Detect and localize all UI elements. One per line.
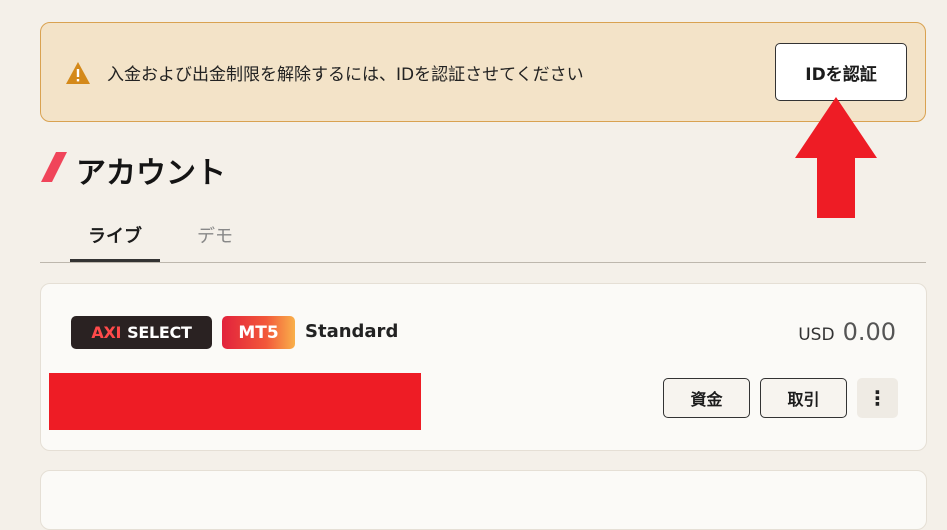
axi-select-badge: AXI SELECT	[71, 316, 212, 349]
more-options-icon[interactable]: ⋮	[857, 378, 898, 418]
red-arrow-annotation	[795, 97, 877, 218]
balance-amount: 0.00	[842, 318, 896, 346]
fund-button[interactable]: 資金	[663, 378, 750, 418]
redacted-account-number	[49, 373, 421, 430]
trade-button[interactable]: 取引	[760, 378, 847, 418]
page-title: アカウント	[76, 156, 226, 191]
section-slash-icon	[41, 152, 67, 182]
balance-currency: USD	[798, 325, 835, 345]
warning-icon	[66, 62, 90, 84]
badge-brand-suffix: SELECT	[127, 323, 192, 342]
verify-id-banner: 入金および出金制限を解除するには、IDを認証させてください IDを認証	[40, 22, 926, 122]
tab-demo[interactable]: デモ	[170, 222, 260, 262]
account-tabs: ライブ デモ	[40, 222, 926, 263]
platform-badge: MT5	[222, 316, 295, 349]
banner-message: 入金および出金制限を解除するには、IDを認証させてください	[107, 65, 584, 85]
account-type: Standard	[305, 321, 399, 342]
verify-id-button[interactable]: IDを認証	[775, 43, 907, 101]
account-balance: USD 0.00	[798, 318, 896, 346]
account-card: AXI SELECT MT5 Standard USD 0.00 資金 取引 ⋮	[40, 283, 927, 451]
next-account-card	[40, 470, 927, 530]
tab-live[interactable]: ライブ	[70, 222, 160, 262]
badge-brand-prefix: AXI	[91, 323, 122, 342]
